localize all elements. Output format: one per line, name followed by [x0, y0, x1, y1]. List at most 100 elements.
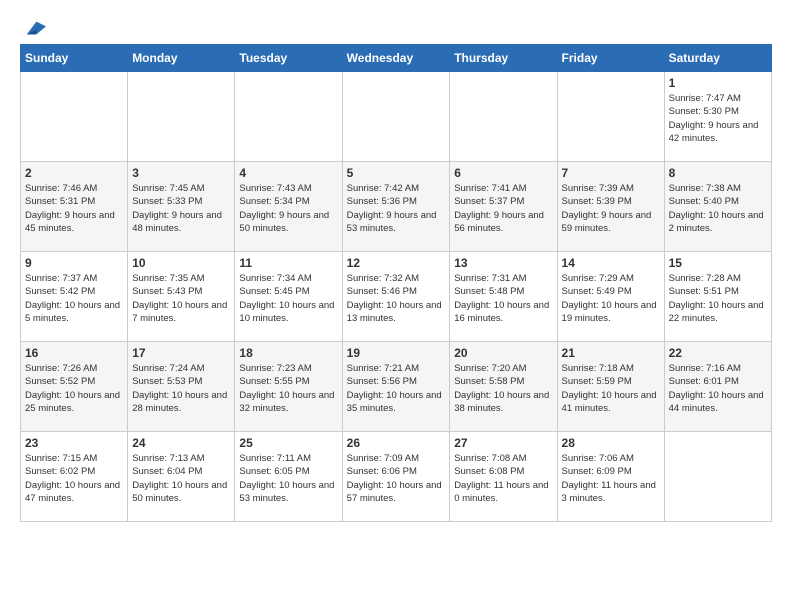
calendar-cell	[128, 72, 235, 162]
day-number: 28	[562, 436, 660, 450]
day-info: Sunrise: 7:20 AM Sunset: 5:58 PM Dayligh…	[454, 362, 552, 415]
day-info: Sunrise: 7:24 AM Sunset: 5:53 PM Dayligh…	[132, 362, 230, 415]
calendar-cell	[235, 72, 342, 162]
day-info: Sunrise: 7:26 AM Sunset: 5:52 PM Dayligh…	[25, 362, 123, 415]
day-number: 3	[132, 166, 230, 180]
day-info: Sunrise: 7:29 AM Sunset: 5:49 PM Dayligh…	[562, 272, 660, 325]
day-info: Sunrise: 7:16 AM Sunset: 6:01 PM Dayligh…	[669, 362, 767, 415]
calendar-cell: 6 Sunrise: 7:41 AM Sunset: 5:37 PM Daylig…	[450, 162, 557, 252]
calendar-cell: 15 Sunrise: 7:28 AM Sunset: 5:51 PM Dayli…	[664, 252, 771, 342]
calendar-week-row: 1 Sunrise: 7:47 AM Sunset: 5:30 PM Daylig…	[21, 72, 772, 162]
calendar-cell: 4 Sunrise: 7:43 AM Sunset: 5:34 PM Daylig…	[235, 162, 342, 252]
day-info: Sunrise: 7:42 AM Sunset: 5:36 PM Dayligh…	[347, 182, 446, 235]
day-info: Sunrise: 7:46 AM Sunset: 5:31 PM Dayligh…	[25, 182, 123, 235]
calendar-cell: 7 Sunrise: 7:39 AM Sunset: 5:39 PM Daylig…	[557, 162, 664, 252]
day-info: Sunrise: 7:37 AM Sunset: 5:42 PM Dayligh…	[25, 272, 123, 325]
calendar-cell: 18 Sunrise: 7:23 AM Sunset: 5:55 PM Dayli…	[235, 342, 342, 432]
weekday-header-cell: Friday	[557, 45, 664, 72]
day-info: Sunrise: 7:06 AM Sunset: 6:09 PM Dayligh…	[562, 452, 660, 505]
day-info: Sunrise: 7:11 AM Sunset: 6:05 PM Dayligh…	[239, 452, 337, 505]
calendar-cell: 20Sunrise: 7:20 AM Sunset: 5:58 PM Dayli…	[450, 342, 557, 432]
day-number: 24	[132, 436, 230, 450]
day-info: Sunrise: 7:09 AM Sunset: 6:06 PM Dayligh…	[347, 452, 446, 505]
day-number: 11	[239, 256, 337, 270]
day-number: 9	[25, 256, 123, 270]
day-info: Sunrise: 7:45 AM Sunset: 5:33 PM Dayligh…	[132, 182, 230, 235]
calendar-table: SundayMondayTuesdayWednesdayThursdayFrid…	[20, 44, 772, 522]
day-number: 5	[347, 166, 446, 180]
logo	[20, 20, 46, 34]
day-number: 16	[25, 346, 123, 360]
calendar-cell: 28 Sunrise: 7:06 AM Sunset: 6:09 PM Dayli…	[557, 432, 664, 522]
calendar-week-row: 16 Sunrise: 7:26 AM Sunset: 5:52 PM Dayli…	[21, 342, 772, 432]
calendar-cell: 14 Sunrise: 7:29 AM Sunset: 5:49 PM Dayli…	[557, 252, 664, 342]
calendar-body: 1 Sunrise: 7:47 AM Sunset: 5:30 PM Daylig…	[21, 72, 772, 522]
day-number: 6	[454, 166, 552, 180]
day-number: 19	[347, 346, 446, 360]
day-number: 15	[669, 256, 767, 270]
calendar-cell: 26 Sunrise: 7:09 AM Sunset: 6:06 PM Dayli…	[342, 432, 450, 522]
calendar-cell: 3 Sunrise: 7:45 AM Sunset: 5:33 PM Daylig…	[128, 162, 235, 252]
day-info: Sunrise: 7:35 AM Sunset: 5:43 PM Dayligh…	[132, 272, 230, 325]
day-number: 18	[239, 346, 337, 360]
day-number: 21	[562, 346, 660, 360]
calendar-cell: 5 Sunrise: 7:42 AM Sunset: 5:36 PM Daylig…	[342, 162, 450, 252]
calendar-cell: 2Sunrise: 7:46 AM Sunset: 5:31 PM Daylig…	[21, 162, 128, 252]
day-info: Sunrise: 7:43 AM Sunset: 5:34 PM Dayligh…	[239, 182, 337, 235]
calendar-cell: 24Sunrise: 7:13 AM Sunset: 6:04 PM Dayli…	[128, 432, 235, 522]
weekday-header-cell: Wednesday	[342, 45, 450, 72]
calendar-cell: 8Sunrise: 7:38 AM Sunset: 5:40 PM Daylig…	[664, 162, 771, 252]
day-info: Sunrise: 7:34 AM Sunset: 5:45 PM Dayligh…	[239, 272, 337, 325]
calendar-cell: 9 Sunrise: 7:37 AM Sunset: 5:42 PM Daylig…	[21, 252, 128, 342]
day-number: 7	[562, 166, 660, 180]
calendar-cell	[557, 72, 664, 162]
day-info: Sunrise: 7:38 AM Sunset: 5:40 PM Dayligh…	[669, 182, 767, 235]
day-info: Sunrise: 7:47 AM Sunset: 5:30 PM Dayligh…	[669, 92, 767, 145]
day-number: 17	[132, 346, 230, 360]
calendar-cell	[342, 72, 450, 162]
day-info: Sunrise: 7:08 AM Sunset: 6:08 PM Dayligh…	[454, 452, 552, 505]
day-number: 10	[132, 256, 230, 270]
calendar-cell: 17 Sunrise: 7:24 AM Sunset: 5:53 PM Dayli…	[128, 342, 235, 432]
weekday-header-row: SundayMondayTuesdayWednesdayThursdayFrid…	[21, 45, 772, 72]
calendar-cell	[450, 72, 557, 162]
day-number: 22	[669, 346, 767, 360]
day-number: 13	[454, 256, 552, 270]
day-number: 14	[562, 256, 660, 270]
day-number: 27	[454, 436, 552, 450]
calendar-cell: 21Sunrise: 7:18 AM Sunset: 5:59 PM Dayli…	[557, 342, 664, 432]
weekday-header-cell: Sunday	[21, 45, 128, 72]
calendar-cell: 11 Sunrise: 7:34 AM Sunset: 5:45 PM Dayli…	[235, 252, 342, 342]
calendar-cell: 16 Sunrise: 7:26 AM Sunset: 5:52 PM Dayli…	[21, 342, 128, 432]
day-info: Sunrise: 7:31 AM Sunset: 5:48 PM Dayligh…	[454, 272, 552, 325]
calendar-cell: 25Sunrise: 7:11 AM Sunset: 6:05 PM Dayli…	[235, 432, 342, 522]
weekday-header-cell: Saturday	[664, 45, 771, 72]
weekday-header-cell: Monday	[128, 45, 235, 72]
calendar-cell	[21, 72, 128, 162]
calendar-cell: 27 Sunrise: 7:08 AM Sunset: 6:08 PM Dayli…	[450, 432, 557, 522]
calendar-week-row: 2Sunrise: 7:46 AM Sunset: 5:31 PM Daylig…	[21, 162, 772, 252]
day-info: Sunrise: 7:28 AM Sunset: 5:51 PM Dayligh…	[669, 272, 767, 325]
logo-icon	[22, 16, 46, 40]
day-number: 26	[347, 436, 446, 450]
day-info: Sunrise: 7:15 AM Sunset: 6:02 PM Dayligh…	[25, 452, 123, 505]
calendar-cell: 23 Sunrise: 7:15 AM Sunset: 6:02 PM Dayli…	[21, 432, 128, 522]
page-header	[20, 20, 772, 34]
day-number: 12	[347, 256, 446, 270]
day-number: 23	[25, 436, 123, 450]
day-number: 4	[239, 166, 337, 180]
day-info: Sunrise: 7:41 AM Sunset: 5:37 PM Dayligh…	[454, 182, 552, 235]
day-info: Sunrise: 7:21 AM Sunset: 5:56 PM Dayligh…	[347, 362, 446, 415]
calendar-cell: 13 Sunrise: 7:31 AM Sunset: 5:48 PM Dayli…	[450, 252, 557, 342]
calendar-cell: 12 Sunrise: 7:32 AM Sunset: 5:46 PM Dayli…	[342, 252, 450, 342]
calendar-week-row: 23 Sunrise: 7:15 AM Sunset: 6:02 PM Dayli…	[21, 432, 772, 522]
calendar-cell	[664, 432, 771, 522]
day-info: Sunrise: 7:23 AM Sunset: 5:55 PM Dayligh…	[239, 362, 337, 415]
day-info: Sunrise: 7:39 AM Sunset: 5:39 PM Dayligh…	[562, 182, 660, 235]
calendar-cell: 10 Sunrise: 7:35 AM Sunset: 5:43 PM Dayli…	[128, 252, 235, 342]
calendar-cell: 1 Sunrise: 7:47 AM Sunset: 5:30 PM Daylig…	[664, 72, 771, 162]
calendar-cell: 22 Sunrise: 7:16 AM Sunset: 6:01 PM Dayli…	[664, 342, 771, 432]
weekday-header-cell: Thursday	[450, 45, 557, 72]
day-info: Sunrise: 7:32 AM Sunset: 5:46 PM Dayligh…	[347, 272, 446, 325]
day-number: 1	[669, 76, 767, 90]
